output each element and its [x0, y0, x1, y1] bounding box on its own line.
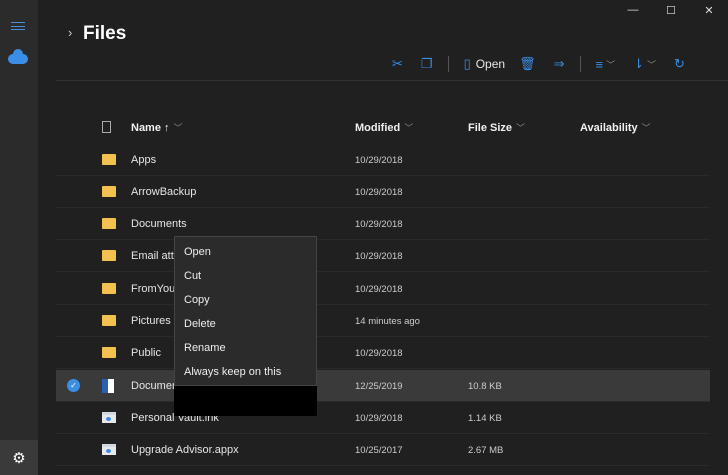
page-title: Files: [83, 23, 127, 44]
chevron-down-icon: ﹀: [516, 123, 526, 133]
selected-check-icon[interactable]: ✓: [67, 379, 80, 392]
open-button[interactable]: Open: [476, 57, 505, 71]
file-name: Email atta: [131, 250, 180, 262]
chevron-down-icon[interactable]: ﹀: [647, 58, 656, 71]
menu-item-open[interactable]: Open: [175, 242, 316, 266]
file-size: 1.14 KB: [468, 413, 502, 424]
file-size: 2.67 MB: [468, 445, 504, 456]
file-modified: 10/29/2018: [355, 284, 403, 295]
column-header-name[interactable]: Name ↑ ﹀: [131, 121, 183, 134]
menu-item-copy[interactable]: Copy: [175, 290, 316, 314]
file-name: Pictures: [131, 315, 171, 327]
maximize-button[interactable]: ☐: [652, 4, 690, 17]
menu-item-rename[interactable]: Rename: [175, 338, 316, 362]
context-menu: Open Cut Copy Delete Rename Always keep …: [174, 236, 317, 398]
file-modified: 12/25/2019: [355, 381, 403, 392]
folder-icon: [102, 154, 116, 165]
divider: [56, 80, 728, 81]
folder-icon: [102, 218, 116, 229]
file-type-icon: [102, 121, 111, 133]
folder-icon: [102, 315, 116, 326]
folder-icon: [102, 250, 116, 261]
chevron-down-icon: ﹀: [641, 123, 651, 133]
column-header-size[interactable]: File Size ﹀: [468, 121, 525, 134]
file-name: Documen: [131, 380, 179, 392]
menu-item-cut[interactable]: Cut: [175, 266, 316, 290]
toolbar-divider: [579, 56, 581, 72]
file-name: ArrowBackup: [131, 186, 197, 198]
window-controls: — ☐ ✕: [614, 4, 728, 17]
share-icon[interactable]: ⇒: [554, 56, 565, 72]
redacted-area: [174, 386, 317, 416]
file-name: Upgrade Advisor.appx: [131, 444, 239, 456]
file-row[interactable]: Personal Vault.lnk 10/29/2018 1.14 KB: [56, 402, 710, 434]
column-header-availability[interactable]: Availability ﹀: [580, 121, 651, 134]
file-name: FromYour: [131, 283, 179, 295]
chevron-down-icon: ﹀: [404, 123, 414, 133]
column-label: Availability: [580, 122, 638, 134]
toolbar: ✂ ❐ ▯ Open 🗑 ⇒ ≡ ﹀ ⇂ ﹀ ↻: [383, 55, 694, 73]
shortcut-file-icon: [102, 412, 116, 423]
onedrive-cloud-icon[interactable]: [8, 49, 28, 64]
column-label: Name ↑: [131, 122, 170, 134]
minimize-button[interactable]: —: [614, 4, 652, 17]
file-row[interactable]: Upgrade Advisor.appx 10/25/2017 2.67 MB: [56, 434, 710, 466]
file-modified: 10/29/2018: [355, 413, 403, 424]
copy-icon[interactable]: ❐: [421, 56, 433, 72]
file-row[interactable]: Apps 10/29/2018: [56, 144, 710, 176]
file-row[interactable]: Email atta 10/29/2018: [56, 240, 710, 272]
file-row[interactable]: ArrowBackup 10/29/2018: [56, 176, 710, 208]
file-modified: 10/29/2018: [355, 251, 403, 262]
file-name: Public: [131, 347, 161, 359]
shortcut-file-icon: [102, 444, 116, 455]
menu-item-delete[interactable]: Delete: [175, 314, 316, 338]
breadcrumb-chevron-icon[interactable]: ›: [68, 25, 72, 40]
folder-icon: [102, 283, 116, 294]
settings-gear-icon[interactable]: ⚙: [0, 440, 38, 475]
folder-icon: [102, 186, 116, 197]
refresh-icon[interactable]: ↻: [674, 56, 685, 72]
column-label: Modified: [355, 122, 401, 134]
toolbar-divider: [447, 56, 449, 72]
view-options-icon[interactable]: ≡: [596, 57, 604, 72]
menu-item-always-keep[interactable]: Always keep on this device: [175, 362, 316, 398]
open-icon[interactable]: ▯: [464, 56, 471, 72]
file-row[interactable]: FromYour 10/29/2018: [56, 273, 710, 305]
column-label: File Size: [468, 122, 513, 134]
cut-icon[interactable]: ✂: [392, 56, 403, 72]
sidebar: ⚙: [0, 0, 38, 475]
file-name: Documents: [131, 218, 187, 230]
file-modified: 10/25/2017: [355, 445, 403, 456]
file-modified: 10/29/2018: [355, 187, 403, 198]
file-modified: 14 minutes ago: [355, 316, 420, 327]
delete-icon[interactable]: 🗑: [519, 56, 536, 72]
file-row[interactable]: Pictures 14 minutes ago: [56, 305, 710, 337]
chevron-down-icon[interactable]: ﹀: [606, 58, 615, 71]
hamburger-menu-icon[interactable]: [11, 22, 25, 30]
file-row[interactable]: ✓ Documen 12/25/2019 10.8 KB: [56, 370, 710, 402]
file-row[interactable]: Documents 10/29/2018: [56, 208, 710, 240]
file-modified: 10/29/2018: [355, 155, 403, 166]
file-modified: 10/29/2018: [355, 348, 403, 359]
file-size: 10.8 KB: [468, 381, 502, 392]
column-header-modified[interactable]: Modified ﹀: [355, 121, 413, 134]
file-modified: 10/29/2018: [355, 219, 403, 230]
close-button[interactable]: ✕: [690, 4, 728, 17]
word-document-icon: [102, 379, 114, 393]
chevron-down-icon: ﹀: [173, 123, 183, 133]
folder-icon: [102, 347, 116, 358]
sort-icon[interactable]: ⇂: [633, 56, 644, 72]
file-row[interactable]: Public 10/29/2018: [56, 337, 710, 369]
file-name: Apps: [131, 154, 157, 166]
